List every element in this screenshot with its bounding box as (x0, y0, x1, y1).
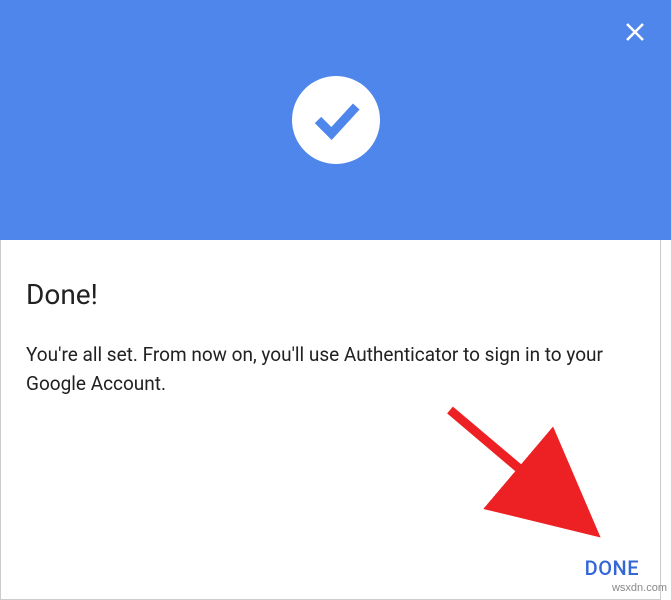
close-icon (623, 20, 647, 44)
done-button[interactable]: DONE (585, 556, 639, 580)
checkmark-icon (309, 93, 363, 147)
success-badge (292, 76, 380, 164)
dialog-footer: DONE (585, 556, 639, 580)
annotation-arrow (440, 400, 620, 560)
dialog-content: Done! You're all set. From now on, you'l… (0, 240, 671, 398)
close-button[interactable] (621, 18, 649, 46)
dialog-header (0, 0, 671, 240)
dialog-title: Done! (26, 278, 645, 311)
watermark: wsxdn.com (612, 582, 667, 594)
dialog-description: You're all set. From now on, you'll use … (26, 341, 645, 398)
